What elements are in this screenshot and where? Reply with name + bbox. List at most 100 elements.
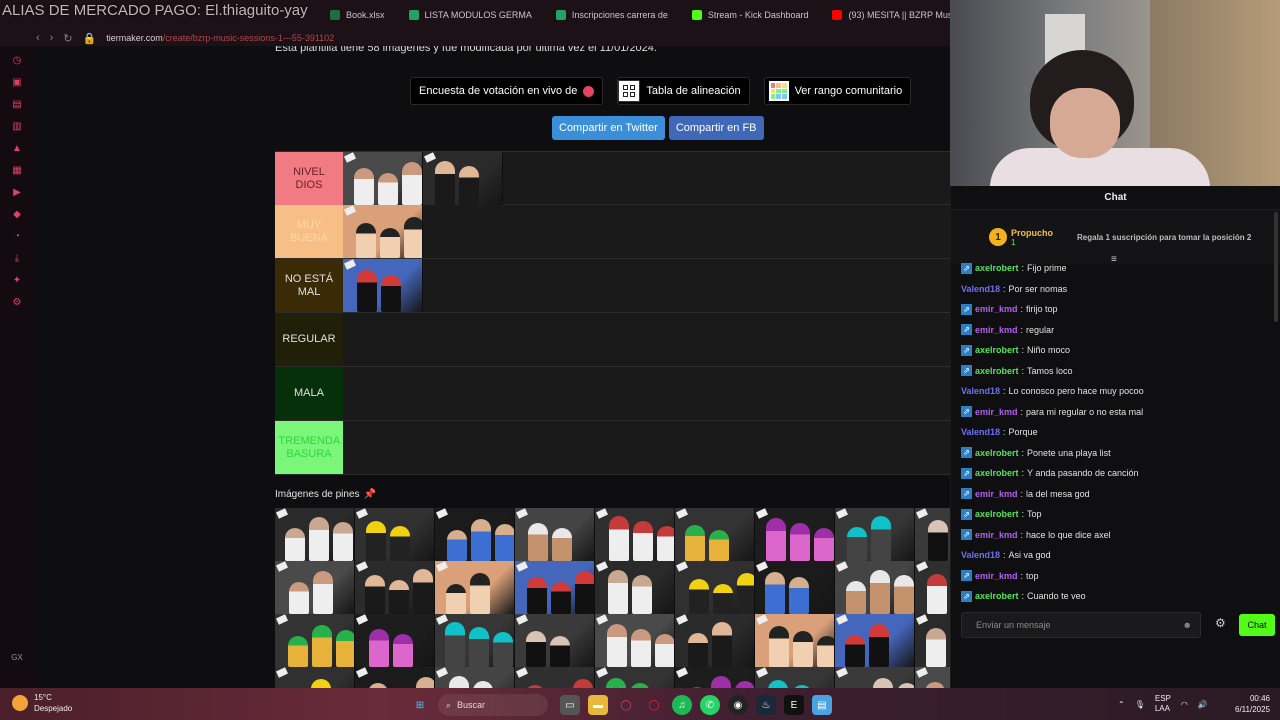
browser-tab[interactable]: Book.xlsx bbox=[320, 3, 395, 27]
back-icon[interactable]: ‹ bbox=[36, 32, 40, 44]
tier-image[interactable] bbox=[355, 561, 435, 614]
address-bar[interactable]: ‹ › ↻ 🔒 tiermaker.com/create/bzrp-music-… bbox=[0, 30, 950, 46]
chat-username[interactable]: axelrobert bbox=[975, 263, 1019, 273]
share-fb-button[interactable]: Compartir en FB bbox=[668, 116, 764, 140]
tier-image[interactable] bbox=[435, 508, 515, 561]
notes-icon[interactable]: ▤ bbox=[9, 96, 25, 112]
chat-username[interactable]: Valend18 bbox=[961, 550, 1000, 560]
tier-image[interactable] bbox=[343, 259, 423, 312]
tier-label[interactable]: MUY BUENA bbox=[275, 205, 343, 258]
tier-image[interactable] bbox=[675, 614, 755, 667]
download-icon[interactable]: ⤓ bbox=[9, 250, 25, 266]
file-explorer-icon[interactable]: ▬ bbox=[588, 695, 608, 715]
tray-expand-icon[interactable]: ⌃ bbox=[1118, 700, 1125, 709]
tier-image[interactable] bbox=[915, 614, 950, 667]
notepad-icon[interactable]: ▤ bbox=[812, 695, 832, 715]
twitch-icon[interactable]: ▦ bbox=[9, 162, 25, 178]
tier-image[interactable] bbox=[755, 508, 835, 561]
tier-image[interactable] bbox=[275, 508, 355, 561]
community-rank-button[interactable]: Ver rango comunitario bbox=[763, 77, 912, 105]
tier-image[interactable] bbox=[275, 667, 355, 688]
tier-image[interactable] bbox=[355, 614, 435, 667]
task-view-icon[interactable]: ▭ bbox=[560, 695, 580, 715]
tier-image[interactable] bbox=[755, 667, 835, 688]
bag-icon[interactable]: ▣ bbox=[9, 74, 25, 90]
browser-tab[interactable]: (93) MESITA || BZRP Mus bbox=[822, 3, 962, 27]
tier-drop-zone[interactable] bbox=[343, 313, 950, 366]
gx-icon[interactable]: ▲ bbox=[9, 140, 25, 156]
chat-username[interactable]: emir_kmd bbox=[975, 407, 1018, 417]
chat-username[interactable]: Valend18 bbox=[961, 386, 1000, 396]
tier-image[interactable] bbox=[343, 152, 423, 205]
pin-icon[interactable]: ◆ bbox=[9, 206, 25, 222]
tier-image[interactable] bbox=[835, 614, 915, 667]
tier-image[interactable] bbox=[915, 667, 950, 688]
chat-username[interactable]: emir_kmd bbox=[975, 325, 1018, 335]
tier-drop-zone[interactable] bbox=[343, 152, 950, 205]
tier-image[interactable] bbox=[675, 561, 755, 614]
chat-username[interactable]: axelrobert bbox=[975, 509, 1019, 519]
tier-image[interactable] bbox=[915, 561, 950, 614]
play-icon[interactable]: ▶ bbox=[9, 184, 25, 200]
opera-icon[interactable]: ◯ bbox=[644, 695, 664, 715]
forward-icon[interactable]: › bbox=[50, 32, 54, 44]
reload-icon[interactable]: ↻ bbox=[63, 32, 72, 45]
tier-image[interactable] bbox=[435, 667, 515, 688]
tier-image[interactable] bbox=[595, 667, 675, 688]
tier-image[interactable] bbox=[515, 508, 595, 561]
clock[interactable]: 00:46 6/11/2025 bbox=[1235, 693, 1270, 715]
clock-icon[interactable]: ◔ bbox=[9, 228, 25, 244]
tier-image[interactable] bbox=[515, 667, 595, 688]
tier-image[interactable] bbox=[355, 667, 435, 688]
tier-drop-zone[interactable] bbox=[343, 259, 950, 312]
messenger-icon[interactable]: ▥ bbox=[9, 118, 25, 134]
send-chat-button[interactable]: Chat bbox=[1239, 614, 1275, 636]
tier-label[interactable]: NO ESTÁ MAL bbox=[275, 259, 343, 312]
tier-image[interactable] bbox=[915, 508, 950, 561]
tier-label[interactable]: MALA bbox=[275, 367, 343, 420]
chat-username[interactable]: Valend18 bbox=[961, 284, 1000, 294]
whatsapp-icon[interactable]: ✆ bbox=[700, 695, 720, 715]
browser-tab[interactable]: LISTA MODULOS GERMA bbox=[399, 3, 542, 27]
tier-image[interactable] bbox=[435, 561, 515, 614]
chat-username[interactable]: axelrobert bbox=[975, 468, 1019, 478]
tier-image[interactable] bbox=[343, 205, 423, 258]
tier-image[interactable] bbox=[755, 561, 835, 614]
steam-icon[interactable]: ♨ bbox=[756, 695, 776, 715]
chat-input[interactable]: Enviar un mensaje ☻ bbox=[961, 612, 1201, 638]
tier-image[interactable] bbox=[423, 152, 503, 205]
tier-image[interactable] bbox=[675, 667, 755, 688]
emoji-icon[interactable]: ☻ bbox=[1183, 620, 1192, 630]
chat-username[interactable]: axelrobert bbox=[975, 591, 1019, 601]
pinned-user[interactable]: Propucho bbox=[1011, 228, 1053, 238]
opera-gx-icon[interactable]: ◯ bbox=[616, 695, 636, 715]
browser-tab[interactable]: Inscripciones carrera de bbox=[546, 3, 678, 27]
chat-username[interactable]: axelrobert bbox=[975, 345, 1019, 355]
tier-image[interactable] bbox=[595, 508, 675, 561]
tier-image[interactable] bbox=[755, 614, 835, 667]
tier-image[interactable] bbox=[275, 561, 355, 614]
epic-games-icon[interactable]: E bbox=[784, 695, 804, 715]
chat-username[interactable]: emir_kmd bbox=[975, 304, 1018, 314]
tier-drop-zone[interactable] bbox=[343, 205, 950, 258]
tier-drop-zone[interactable] bbox=[343, 367, 950, 420]
spotify-icon[interactable]: ♫ bbox=[672, 695, 692, 715]
tier-drop-zone[interactable] bbox=[343, 421, 950, 474]
tier-image[interactable] bbox=[275, 614, 355, 667]
mic-icon[interactable]: 🎙 bbox=[1135, 700, 1145, 709]
chat-username[interactable]: emir_kmd bbox=[975, 530, 1018, 540]
language-indicator[interactable]: ESP LAA bbox=[1155, 694, 1171, 714]
live-poll-button[interactable]: Encuesta de votación en vivo de bbox=[410, 77, 604, 105]
tier-image[interactable] bbox=[675, 508, 755, 561]
chat-scrollbar[interactable] bbox=[1274, 212, 1278, 322]
share-twitter-button[interactable]: Compartir en Twitter bbox=[552, 116, 665, 140]
extensions-icon[interactable]: ✦ bbox=[9, 272, 25, 288]
weather-widget[interactable]: 15°C Despejado bbox=[12, 692, 72, 714]
tier-image[interactable] bbox=[595, 561, 675, 614]
tier-image[interactable] bbox=[835, 561, 915, 614]
chat-username[interactable]: axelrobert bbox=[975, 366, 1019, 376]
tier-image[interactable] bbox=[355, 508, 435, 561]
windows-start-icon[interactable]: ⊞ bbox=[410, 695, 430, 715]
chat-settings-icon[interactable]: ⚙ bbox=[1215, 616, 1226, 630]
alignment-chart-button[interactable]: Tabla de alineación bbox=[617, 77, 750, 105]
